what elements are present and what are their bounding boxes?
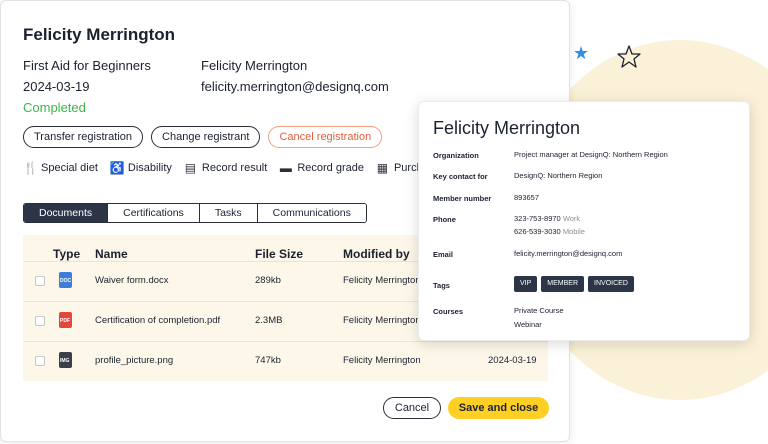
course-name: First Aid for Beginners bbox=[23, 58, 151, 73]
registrant-name: Felicity Merrington bbox=[201, 58, 308, 73]
registrant-info: Felicity Merrington felicity.merrington@… bbox=[201, 55, 389, 97]
phone-mobile-number[interactable]: 626-539-3030 bbox=[514, 227, 561, 236]
image-file-icon: IMG bbox=[59, 352, 72, 368]
special-diet-action[interactable]: 🍴 Special diet bbox=[23, 161, 98, 175]
course-private[interactable]: Private Course bbox=[514, 304, 564, 317]
purchase-icon: ▦ bbox=[376, 161, 389, 175]
registration-actions: Transfer registration Change registrant … bbox=[23, 126, 383, 148]
contact-name: Felicity Merrington bbox=[433, 118, 581, 138]
file-name[interactable]: Waiver form.docx bbox=[95, 275, 169, 286]
file-name[interactable]: Certification of completion.pdf bbox=[95, 315, 220, 326]
row-checkbox[interactable] bbox=[35, 276, 45, 286]
modified-by: Felicity Merrington bbox=[343, 315, 421, 326]
email-value[interactable]: felicity.merrington@designq.com bbox=[514, 247, 622, 260]
tags-label: Tags bbox=[433, 281, 450, 290]
file-size: 289kb bbox=[255, 275, 281, 286]
email-label: Email bbox=[433, 250, 454, 259]
contact-card: Felicity Merrington Organization Project… bbox=[418, 101, 750, 341]
tags-list: VIP MEMBER INVOICED bbox=[514, 276, 638, 292]
modified-by: Felicity Merrington bbox=[343, 355, 421, 366]
record-grade-label: Record grade bbox=[297, 162, 364, 174]
tag-invoiced: INVOICED bbox=[588, 276, 634, 292]
change-registrant-button[interactable]: Change registrant bbox=[151, 126, 261, 148]
outline-star-icon bbox=[617, 45, 641, 68]
tab-communications[interactable]: Communications bbox=[257, 204, 366, 222]
docx-file-icon: DOC bbox=[59, 272, 72, 288]
header-type: Type bbox=[53, 247, 81, 261]
modified-by: Felicity Merrington bbox=[343, 275, 421, 286]
tag-vip: VIP bbox=[514, 276, 538, 292]
disability-action[interactable]: ♿ Disability bbox=[110, 161, 172, 175]
table-row[interactable]: IMG profile_picture.png 747kb Felicity M… bbox=[23, 341, 548, 381]
phone-label: Phone bbox=[433, 215, 456, 224]
tag-member: MEMBER bbox=[541, 276, 585, 292]
header-name: Name bbox=[95, 247, 128, 261]
course-webinar[interactable]: Webinar bbox=[514, 318, 542, 331]
wheelchair-icon: ♿ bbox=[109, 161, 125, 175]
cancel-button[interactable]: Cancel bbox=[383, 397, 441, 419]
grade-card-icon: ▬ bbox=[279, 161, 292, 175]
tab-documents[interactable]: Documents bbox=[24, 204, 109, 222]
stage: ★ Felicity Merrington First Aid for Begi… bbox=[0, 0, 768, 444]
key-contact-value: DesignQ: Northern Region bbox=[514, 171, 603, 180]
status-text: Completed bbox=[23, 100, 86, 115]
organization-value: Project manager at DesignQ: Northern Reg… bbox=[514, 150, 668, 159]
file-name[interactable]: profile_picture.png bbox=[95, 355, 173, 366]
member-number-label: Member number bbox=[433, 194, 492, 203]
key-contact-label: Key contact for bbox=[433, 172, 488, 181]
document-edit-icon: ▤ bbox=[184, 161, 197, 175]
tab-bar: Documents Certifications Tasks Communica… bbox=[23, 203, 367, 223]
pdf-file-icon: PDF bbox=[59, 312, 72, 328]
member-number-value: 893657 bbox=[514, 193, 540, 202]
header-modified-by[interactable]: Modified by bbox=[343, 247, 410, 261]
organization-label: Organization bbox=[433, 151, 479, 160]
record-grade-action[interactable]: ▬ Record grade bbox=[279, 161, 364, 175]
record-result-action[interactable]: ▤ Record result bbox=[184, 161, 268, 175]
courses-label: Courses bbox=[433, 307, 464, 316]
row-checkbox[interactable] bbox=[35, 356, 45, 366]
row-checkbox[interactable] bbox=[35, 316, 45, 326]
file-size: 2.3MB bbox=[255, 315, 283, 326]
phone-mobile: 626-539-3030 Mobile bbox=[514, 225, 585, 238]
special-diet-label: Special diet bbox=[41, 162, 98, 174]
phone-mobile-type: Mobile bbox=[562, 227, 585, 236]
page-title: Felicity Merrington bbox=[23, 25, 176, 44]
phone-work-number[interactable]: 323-753-8970 bbox=[514, 214, 561, 223]
save-and-close-button[interactable]: Save and close bbox=[448, 397, 549, 419]
cancel-registration-button[interactable]: Cancel registration bbox=[268, 126, 383, 148]
registration-info: First Aid for Beginners 2024-03-19 Compl… bbox=[23, 55, 151, 118]
blue-star-icon: ★ bbox=[573, 43, 590, 63]
action-links: 🍴 Special diet ♿ Disability ▤ Record res… bbox=[23, 161, 434, 175]
phone-work: 323-753-8970 Work bbox=[514, 212, 580, 225]
record-result-label: Record result bbox=[201, 162, 268, 174]
registrant-email: felicity.merrington@designq.com bbox=[201, 79, 389, 94]
transfer-registration-button[interactable]: Transfer registration bbox=[23, 126, 144, 148]
disability-label: Disability bbox=[127, 162, 172, 174]
tab-certifications[interactable]: Certifications bbox=[108, 204, 200, 222]
tab-tasks[interactable]: Tasks bbox=[199, 204, 258, 222]
header-file-size: File Size bbox=[255, 247, 304, 261]
modified-date: 2024-03-19 bbox=[488, 355, 537, 366]
file-size: 747kb bbox=[255, 355, 281, 366]
registration-date: 2024-03-19 bbox=[23, 79, 90, 94]
phone-work-type: Work bbox=[562, 214, 581, 223]
fork-knife-icon: 🍴 bbox=[23, 161, 38, 175]
